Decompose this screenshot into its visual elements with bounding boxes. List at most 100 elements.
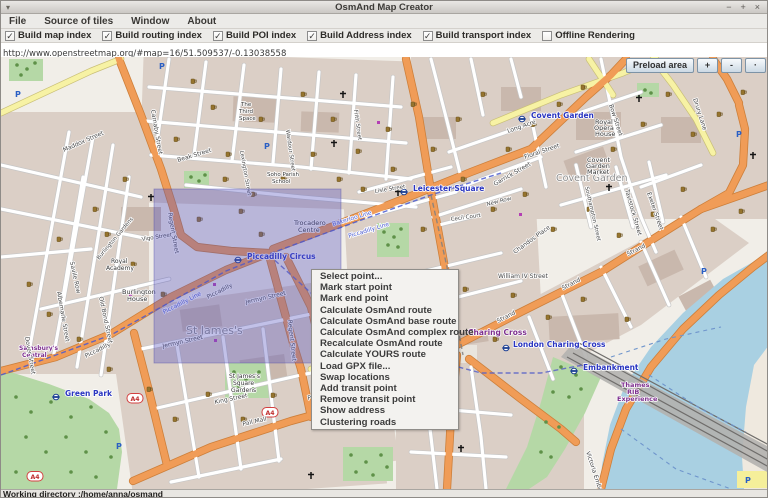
checkbox-build-routing-index[interactable]: ✓Build routing index [102, 30, 202, 41]
map-label: The [240, 102, 252, 108]
svg-text:A4: A4 [265, 410, 275, 417]
tree-icon [29, 410, 33, 414]
zoom-in-button[interactable]: + [697, 58, 718, 73]
checkbox-build-poi-index[interactable]: ✓Build POI index [213, 30, 296, 41]
menu-item-window[interactable]: Window [122, 14, 178, 29]
map-label: Third [238, 109, 253, 115]
context-menu-item-select-point[interactable]: Select point... [312, 271, 458, 282]
map-label: Embankment [583, 363, 639, 372]
status-bar: Working directory :/home/anna/osmand [1, 489, 767, 498]
tree-icon [94, 475, 98, 479]
tree-icon [386, 243, 390, 247]
shop-icon [377, 121, 380, 124]
context-menu-item-show-address[interactable]: Show address [312, 405, 458, 416]
context-menu-item-swap-locations[interactable]: Swap locations [312, 372, 458, 383]
checked-checkbox-icon[interactable]: ✓ [213, 31, 223, 41]
parking-icon: P [159, 62, 165, 71]
context-menu-item-calculate-osmand-route[interactable]: Calculate OsmAnd route [312, 305, 458, 316]
tube-station-icon [518, 116, 525, 122]
window-title: OsmAnd Map Creator [1, 1, 767, 14]
map-label: School [272, 179, 291, 185]
checkbox-build-address-index[interactable]: ✓Build Address index [307, 30, 412, 41]
window-controls: −+ × [726, 1, 767, 14]
checked-checkbox-icon[interactable]: ✓ [102, 31, 112, 41]
context-menu-item-remove-transit-point[interactable]: Remove transit point [312, 394, 458, 405]
tree-icon [364, 460, 368, 464]
map-label: Royal [111, 258, 128, 265]
checkbox-label: Build routing index [115, 30, 202, 41]
tree-icon [385, 465, 389, 469]
tree-icon [104, 430, 108, 434]
close-button[interactable]: × [755, 1, 760, 14]
tree-icon [396, 245, 400, 249]
tree-icon [649, 91, 653, 95]
tree-icon [33, 61, 37, 65]
checkbox-label: Build transport index [436, 30, 532, 41]
tree-icon [24, 435, 28, 439]
context-menu-item-calculate-osmand-complex-route[interactable]: Calculate OsmAnd complex route [312, 327, 458, 338]
maximize-button[interactable]: + [740, 1, 745, 14]
road-ref-badge: A4 [27, 472, 43, 482]
menu-item-file[interactable]: File [1, 14, 35, 29]
context-menu-item-mark-end-point[interactable]: Mark end point [312, 293, 458, 304]
tree-icon [557, 425, 561, 429]
checked-checkbox-icon[interactable]: ✓ [5, 31, 15, 41]
working-directory-text: Working directory :/home/anna/osmand [1, 490, 163, 498]
parking-icon: P [116, 442, 122, 451]
map-label: Square [233, 380, 254, 387]
map-label: William IV Street [498, 273, 549, 280]
context-menu-item-recalculate-osmand-route[interactable]: Recalculate OsmAnd route [312, 338, 458, 349]
map-label: Charing Cross [468, 328, 527, 337]
minimize-button[interactable]: − [726, 1, 731, 14]
parking-icon: P [701, 267, 707, 276]
context-menu-item-clustering-roads[interactable]: Clustering roads [312, 417, 458, 428]
checkbox-build-map-index[interactable]: ✓Build map index [5, 30, 91, 41]
parking-icon: P [15, 90, 21, 99]
parking-icon: P [264, 142, 270, 151]
checked-checkbox-icon[interactable]: ✓ [307, 31, 317, 41]
shop-icon [519, 213, 522, 216]
tree-icon [44, 450, 48, 454]
tree-icon [349, 453, 353, 457]
tree-icon [109, 455, 113, 459]
context-menu-item-load-gpx-file[interactable]: Load GPX file... [312, 361, 458, 372]
checked-checkbox-icon[interactable]: ✓ [423, 31, 433, 41]
tree-icon [189, 175, 193, 179]
context-menu-item-mark-start-point[interactable]: Mark start point [312, 282, 458, 293]
tree-icon [549, 455, 553, 459]
checkbox-label: Build Address index [320, 30, 412, 41]
checkbox-label: Build POI index [226, 30, 296, 41]
checkbox-label: Offline Rendering [555, 30, 635, 41]
map-area-polygon [737, 471, 768, 488]
title-bar[interactable]: ▾ OsmAnd Map Creator −+× [1, 1, 767, 14]
tree-icon [69, 415, 73, 419]
checkbox-label: Build map index [18, 30, 91, 41]
map-label: Soho Parish [267, 172, 300, 178]
context-menu-item-add-transit-point[interactable]: Add transit point [312, 383, 458, 394]
context-menu-item-calculate-osmand-base-route[interactable]: Calculate OsmAnd base route [312, 316, 458, 327]
map-label: Market [587, 168, 610, 176]
tree-icon [203, 173, 207, 177]
tube-station-icon [52, 394, 59, 400]
tree-icon [392, 235, 396, 239]
extra-map-button[interactable]: · [745, 58, 766, 73]
svg-text:A4: A4 [30, 474, 40, 481]
map-label: Covent Garden [531, 111, 594, 120]
checkbox-build-transport-index[interactable]: ✓Build transport index [423, 30, 532, 41]
map-area-polygon [343, 447, 393, 481]
tree-icon [25, 67, 29, 71]
map-label: Space [239, 116, 256, 122]
tree-icon [89, 405, 93, 409]
checkbox-toolbar: ✓Build map index✓Build routing index✓Bui… [1, 29, 767, 43]
context-menu-item-calculate-yours-route[interactable]: Calculate YOURS route [312, 349, 458, 360]
map-label: Leicester Square [413, 184, 484, 193]
preload-area-button[interactable]: Preload area [626, 58, 694, 73]
menu-item-about[interactable]: About [178, 14, 225, 29]
menu-item-source-of-tiles[interactable]: Source of tiles [35, 14, 122, 29]
unchecked-checkbox-icon[interactable] [542, 31, 552, 41]
map-label: Green Park [65, 389, 113, 398]
checkbox-offline-rendering[interactable]: Offline Rendering [542, 30, 635, 41]
zoom-out-button[interactable]: - [721, 58, 742, 73]
map-label: St James's [229, 373, 260, 380]
road-ref-badge: A4 [127, 394, 143, 404]
